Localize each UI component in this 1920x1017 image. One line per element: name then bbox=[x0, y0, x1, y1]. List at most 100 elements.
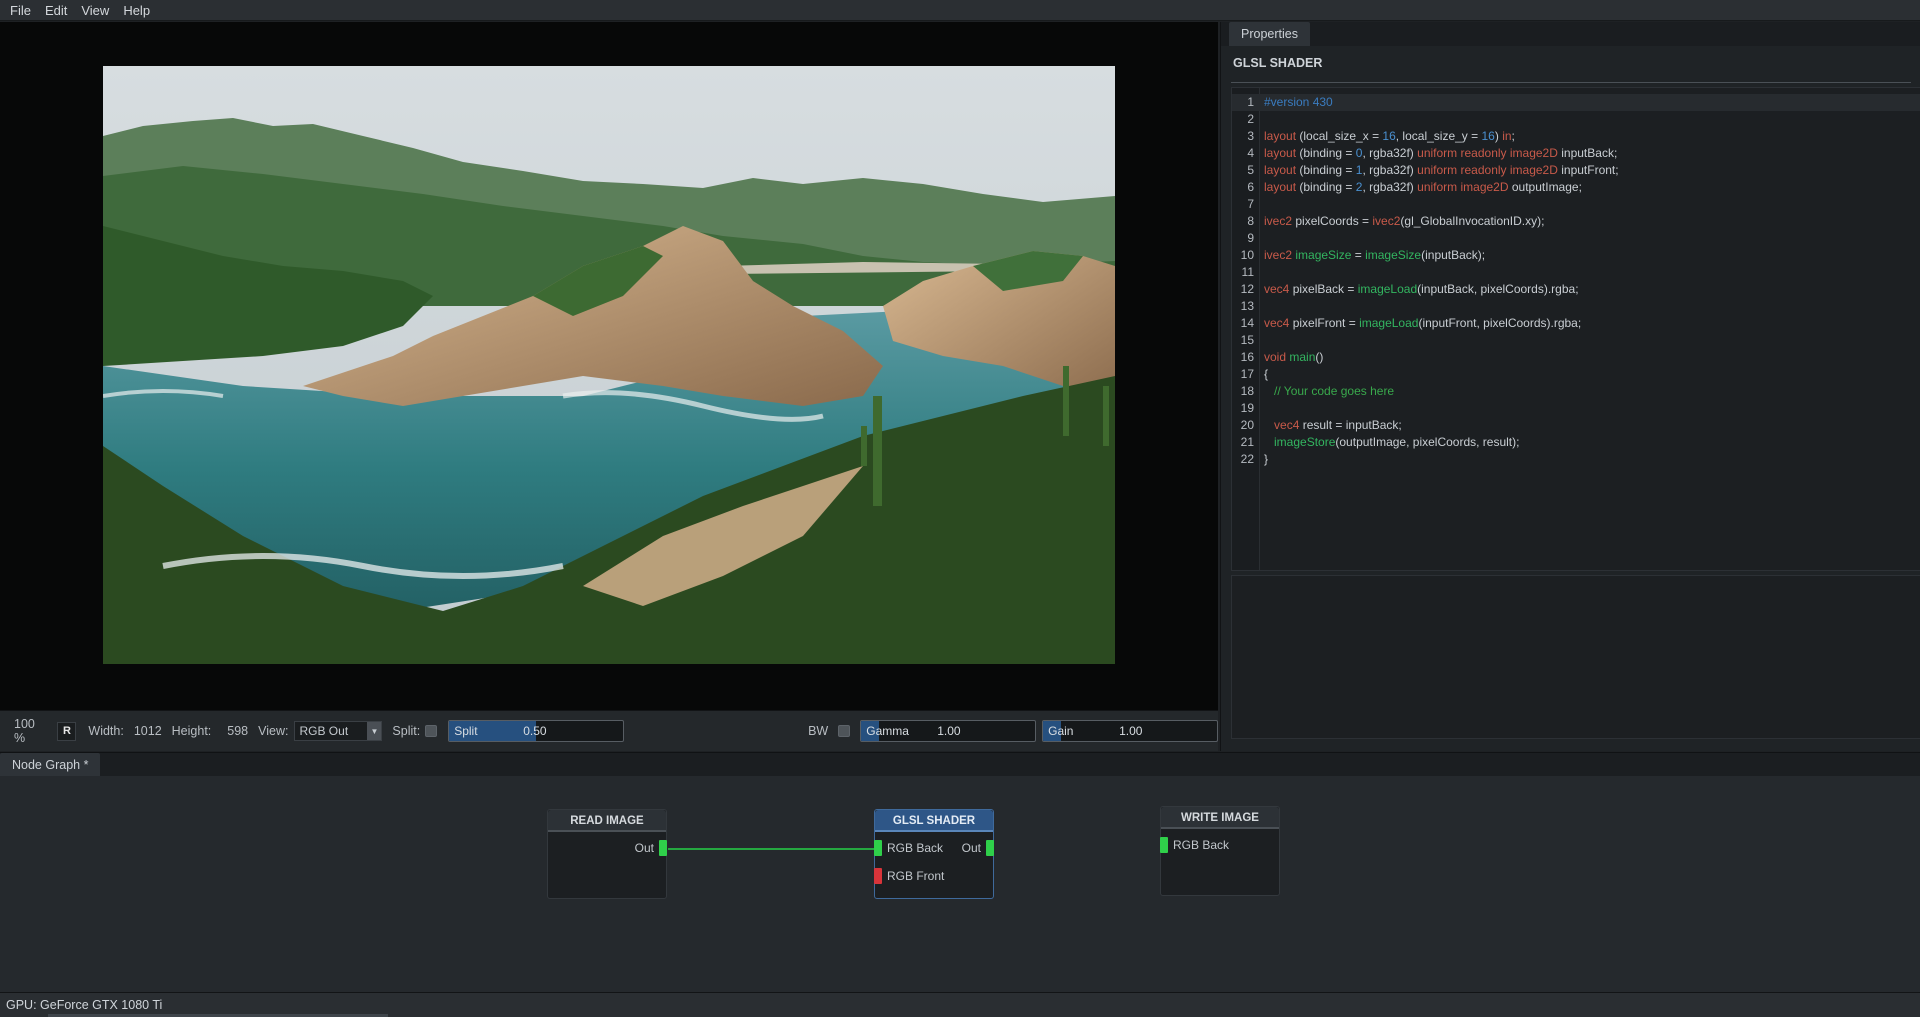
tab-properties[interactable]: Properties bbox=[1229, 22, 1310, 46]
node-read-image[interactable]: READ IMAGE Out bbox=[547, 809, 667, 899]
gamma-slider[interactable]: Gamma 1.00 bbox=[860, 720, 1037, 742]
code-lines: 1 #version 430 2 3 layout (local_size_x = 16… bbox=[1232, 94, 1920, 468]
view-select[interactable]: RGB Out ▼ bbox=[294, 721, 383, 741]
split-checkbox[interactable] bbox=[425, 725, 438, 737]
node-title: WRITE IMAGE bbox=[1161, 807, 1279, 829]
code-line: 6 layout (binding = 2, rgba32f) uniform i… bbox=[1232, 179, 1920, 196]
landscape-photo bbox=[103, 66, 1115, 664]
code-text: void main() bbox=[1264, 350, 1324, 364]
line-number: 21 bbox=[1240, 435, 1254, 449]
line-number: 14 bbox=[1240, 316, 1254, 330]
image-viewer[interactable] bbox=[0, 22, 1218, 710]
menu-view[interactable]: View bbox=[75, 0, 115, 21]
gamma-slider-value: 1.00 bbox=[937, 724, 961, 738]
line-number: 12 bbox=[1240, 282, 1254, 296]
node-title: GLSL SHADER bbox=[875, 810, 993, 832]
input-port[interactable] bbox=[1160, 837, 1168, 853]
chevron-down-icon: ▼ bbox=[367, 722, 382, 740]
properties-title: GLSL SHADER bbox=[1233, 56, 1323, 70]
code-text: #version 430 bbox=[1264, 95, 1333, 109]
node-port-row: RGB Back bbox=[1160, 831, 1279, 859]
viewer-toolbar: 100 % R Width: 1012 Height: 598 View: RG… bbox=[0, 710, 1219, 751]
node-port-row: RGB Back Out bbox=[874, 834, 994, 862]
line-number: 10 bbox=[1240, 248, 1254, 262]
line-number: 18 bbox=[1240, 384, 1254, 398]
line-number: 6 bbox=[1247, 180, 1254, 194]
code-line: 13 bbox=[1232, 298, 1920, 315]
code-line: 16 void main() bbox=[1232, 349, 1920, 366]
line-number: 7 bbox=[1247, 197, 1254, 211]
node-glsl-shader[interactable]: GLSL SHADER RGB Back Out RGB Front bbox=[874, 809, 994, 899]
gamma-slider-label: Gamma bbox=[866, 724, 909, 738]
code-line: 11 bbox=[1232, 264, 1920, 281]
width-value: 1012 bbox=[133, 724, 162, 738]
zoom-level: 100 % bbox=[14, 717, 35, 745]
height-label: Height: bbox=[171, 724, 212, 738]
code-text: imageStore(outputImage, pixelCoords, res… bbox=[1274, 435, 1520, 449]
menu-help[interactable]: Help bbox=[117, 0, 156, 21]
divider bbox=[1231, 82, 1911, 83]
line-number: 9 bbox=[1247, 231, 1254, 245]
code-text: layout (local_size_x = 16, local_size_y … bbox=[1264, 129, 1515, 143]
tab-node-graph[interactable]: Node Graph * bbox=[0, 753, 101, 777]
line-number: 11 bbox=[1241, 265, 1254, 279]
line-number: 15 bbox=[1240, 333, 1254, 347]
bw-label: BW bbox=[808, 724, 829, 738]
code-text: layout (binding = 0, rgba32f) uniform re… bbox=[1264, 146, 1618, 160]
code-line: 10 ivec2 imageSize = imageSize(inputBack)… bbox=[1232, 247, 1920, 264]
code-line: 3 layout (local_size_x = 16, local_size_y… bbox=[1232, 128, 1920, 145]
bw-checkbox[interactable] bbox=[838, 725, 851, 737]
code-text: layout (binding = 1, rgba32f) uniform re… bbox=[1264, 163, 1619, 177]
width-label: Width: bbox=[88, 724, 124, 738]
output-port[interactable] bbox=[659, 840, 667, 856]
output-log-panel bbox=[1231, 575, 1920, 739]
line-number: 2 bbox=[1247, 112, 1254, 126]
connection-wire bbox=[668, 848, 878, 850]
status-bar: GPU: GeForce GTX 1080 Ti bbox=[0, 992, 1920, 1017]
code-line: 15 bbox=[1232, 332, 1920, 349]
split-slider-value: 0.50 bbox=[523, 724, 547, 738]
port-label: RGB Front bbox=[887, 869, 945, 883]
line-number: 5 bbox=[1247, 163, 1254, 177]
split-slider[interactable]: Split 0.50 bbox=[448, 720, 625, 742]
line-number: 3 bbox=[1247, 129, 1254, 143]
port-label: Out bbox=[634, 841, 654, 855]
view-label: View: bbox=[258, 724, 289, 738]
port-label: RGB Back bbox=[1173, 838, 1230, 852]
code-line: 5 layout (binding = 1, rgba32f) uniform r… bbox=[1232, 162, 1920, 179]
line-number: 1 bbox=[1247, 95, 1254, 109]
shader-code-editor[interactable]: 1 #version 430 2 3 layout (local_size_x = 16… bbox=[1231, 87, 1920, 571]
line-number: 20 bbox=[1240, 418, 1254, 432]
code-text: vec4 result = inputBack; bbox=[1274, 418, 1402, 432]
menu-file[interactable]: File bbox=[4, 0, 37, 21]
reset-zoom-button[interactable]: R bbox=[57, 721, 77, 741]
gain-slider[interactable]: Gain 1.00 bbox=[1042, 720, 1219, 742]
code-line: 18 // Your code goes here bbox=[1232, 383, 1920, 400]
code-text: layout (binding = 2, rgba32f) uniform im… bbox=[1264, 180, 1582, 194]
code-line: 22} bbox=[1232, 451, 1920, 468]
node-write-image[interactable]: WRITE IMAGE RGB Back bbox=[1160, 806, 1280, 896]
output-port[interactable] bbox=[986, 840, 994, 856]
gpu-status: GPU: GeForce GTX 1080 Ti bbox=[6, 998, 163, 1012]
code-line: 19 bbox=[1232, 400, 1920, 417]
code-line: 14 vec4 pixelFront = imageLoad(inputFront… bbox=[1232, 315, 1920, 332]
code-line: 1 #version 430 bbox=[1232, 94, 1920, 111]
code-line: 2 bbox=[1232, 111, 1920, 128]
code-text: ivec2 imageSize = imageSize(inputBack); bbox=[1264, 248, 1486, 262]
line-number: 13 bbox=[1240, 299, 1254, 313]
code-text: { bbox=[1264, 367, 1269, 381]
line-number: 17 bbox=[1240, 367, 1254, 381]
line-number: 16 bbox=[1240, 350, 1254, 364]
input-port[interactable] bbox=[874, 840, 882, 856]
port-label: Out bbox=[961, 841, 981, 855]
code-text: vec4 pixelBack = imageLoad(inputBack, pi… bbox=[1264, 282, 1579, 296]
gain-slider-value: 1.00 bbox=[1119, 724, 1143, 738]
properties-panel: Properties GLSL SHADER 1 #version 430 2 3 la… bbox=[1220, 22, 1920, 751]
code-line: 20 vec4 result = inputBack; bbox=[1232, 417, 1920, 434]
code-text: ivec2 pixelCoords = ivec2(gl_GlobalInvoc… bbox=[1264, 214, 1545, 228]
input-port[interactable] bbox=[874, 868, 882, 884]
height-value: 598 bbox=[227, 724, 249, 738]
menu-edit[interactable]: Edit bbox=[39, 0, 73, 21]
gain-slider-label: Gain bbox=[1048, 724, 1074, 738]
code-text: // Your code goes here bbox=[1274, 384, 1395, 398]
